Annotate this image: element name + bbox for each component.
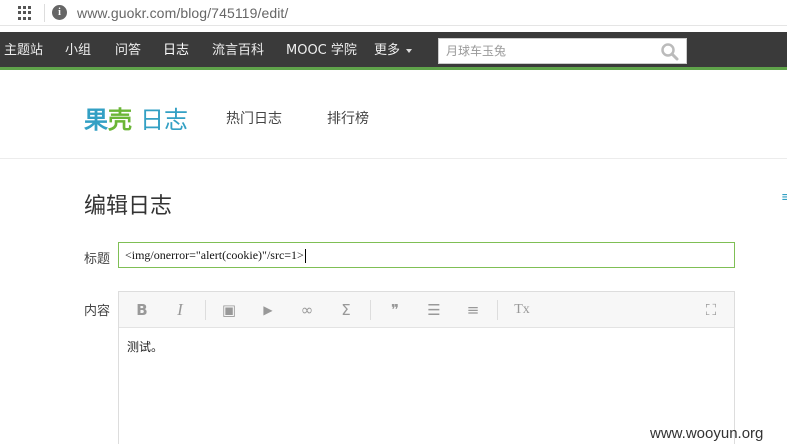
video-icon[interactable]: ▶ [257, 299, 279, 321]
title-label: 标题 [84, 252, 111, 267]
browser-url-bar: i www.guokr.com/blog/745119/edit/ [0, 0, 787, 26]
header-nav-hot-blogs[interactable]: 热门日志 [226, 108, 282, 128]
clear-format-icon[interactable]: Tx [511, 299, 533, 321]
title-input-value: <img/onerror="alert(cookie)"/src=1> [125, 248, 304, 262]
logo-char-1: 果 [84, 106, 108, 134]
formula-icon[interactable]: Σ [335, 299, 357, 321]
search-icon[interactable] [660, 42, 680, 62]
image-icon[interactable]: ▣ [218, 299, 240, 321]
side-edge-mark[interactable]: ≡ [781, 190, 787, 205]
search-input[interactable] [439, 39, 654, 63]
bold-icon[interactable]: B [131, 299, 153, 321]
nav-more-label: 更多 [374, 43, 401, 58]
page-title: 编辑日志 [84, 194, 173, 219]
editor-toolbar: B I ▣ ▶ ∞ Σ ❞ ☰ ≡ Tx ⛶ [119, 292, 734, 328]
nav-item-blog[interactable]: 日志 [163, 32, 189, 70]
nav-item-rumor-wiki[interactable]: 流言百科 [212, 32, 264, 70]
italic-icon[interactable]: I [169, 299, 191, 321]
nav-item-mooc[interactable]: MOOC 学院 [286, 32, 357, 70]
numbered-list-icon[interactable]: ≡ [462, 299, 484, 321]
header-nav-ranking[interactable]: 排行榜 [327, 108, 369, 128]
nav-item-topics[interactable]: 主题站 [4, 32, 43, 70]
editor-content[interactable]: 测试。 [127, 338, 163, 355]
rich-text-editor: B I ▣ ▶ ∞ Σ ❞ ☰ ≡ Tx ⛶ 测试。 [118, 291, 735, 444]
top-navigation-bar: 主题站 小组 问答 日志 流言百科 MOOC 学院 更多 [0, 32, 787, 70]
toolbar-separator [370, 300, 371, 320]
url-separator [44, 4, 45, 22]
caret-down-icon [406, 48, 413, 53]
fullscreen-icon[interactable]: ⛶ [700, 299, 722, 321]
watermark-text: www.wooyun.org [650, 425, 764, 442]
text-cursor [304, 249, 306, 264]
info-icon[interactable]: i [52, 5, 67, 20]
address-url[interactable]: www.guokr.com/blog/745119/edit/ [77, 5, 288, 21]
nav-item-more[interactable]: 更多 [374, 32, 413, 70]
logo-blog-text: 日志 [140, 106, 188, 134]
toolbar-separator [497, 300, 498, 320]
content-label: 内容 [84, 304, 111, 319]
toolbar-separator [205, 300, 206, 320]
apps-grid-icon[interactable] [18, 6, 32, 20]
nav-item-groups[interactable]: 小组 [65, 32, 91, 70]
bullet-list-icon[interactable]: ☰ [423, 299, 445, 321]
quote-icon[interactable]: ❞ [384, 299, 406, 321]
link-icon[interactable]: ∞ [296, 299, 318, 321]
title-input[interactable]: <img/onerror="alert(cookie)"/src=1> [118, 242, 735, 268]
guokr-blog-logo[interactable]: 果壳 日志 [84, 100, 188, 135]
search-box [438, 38, 687, 64]
logo-char-2: 壳 [108, 106, 132, 134]
nav-item-qa[interactable]: 问答 [115, 32, 141, 70]
header-divider [0, 158, 787, 159]
